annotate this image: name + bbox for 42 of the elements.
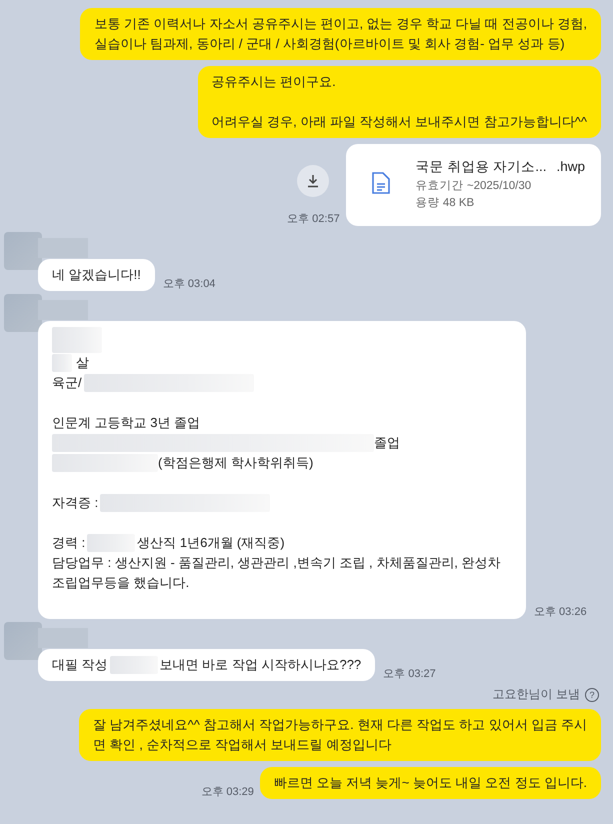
message-text: 자격증 : [52, 494, 98, 512]
message-time: 오후 03:27 [383, 667, 436, 681]
message-text: 졸업 [374, 434, 400, 452]
blurred-avatar[interactable] [4, 232, 42, 270]
message-text: 살 [76, 354, 89, 372]
file-card[interactable]: 국문 취업용 자기소... .hwp 유효기간 ~2025/10/30 용량 48 KB [346, 144, 601, 226]
blurred-avatar[interactable] [4, 622, 42, 660]
message-text: 담당업무 : 생산지원 - 품질관리, 생관관리 ,변속기 조립 , 차체품질관리, 완성차 조립업무등을 했습니다. [52, 554, 502, 592]
blurred-avatar[interactable] [4, 294, 42, 332]
message-text: 공유주시는 편이구요. [212, 73, 336, 91]
message-text: (학점은행제 학사학위취득) [158, 454, 314, 472]
message-text: 어려우실 경우, 아래 파일 작성해서 보내주시면 참고가능합니다^^ [212, 113, 587, 131]
message-text: 보통 기존 이력서나 자소서 공유주시는 편이고, 없는 경우 학교 다닐 때 전공이나 경험, [94, 15, 587, 33]
blurred-area [110, 656, 158, 674]
blurred-name [38, 238, 88, 258]
help-icon[interactable]: ? [585, 688, 599, 702]
message-time: 오후 03:29 [201, 785, 254, 799]
message-text: 빠르면 오늘 저녁 늦게~ 늦어도 내일 오전 정도 입니다. [274, 774, 587, 792]
message-text: 경력 : [52, 534, 86, 552]
blurred-area [87, 534, 136, 552]
file-size: 용량 48 KB [416, 196, 476, 211]
message-text: 대필 작성 [52, 656, 108, 674]
message-text: 보내면 바로 작업 시작하시나요??? [160, 656, 362, 674]
message-text: 면 확인 , 순차적으로 작업해서 보내드릴 예정입니다 [93, 736, 392, 754]
download-button[interactable] [297, 165, 330, 197]
message-text: 네 알겠습니다!! [52, 266, 141, 284]
file-extension: .hwp [556, 158, 585, 175]
message-text: 인문계 고등학교 3년 졸업 [52, 414, 200, 432]
file-expiry: 유효기간 ~2025/10/30 [416, 179, 532, 194]
message-text: 실습이나 팀과제, 동아리 / 군대 / 사회경험(아르바이트 및 회사 경험- 업무 성과 등) [94, 35, 565, 53]
message-time: 오후 03:26 [534, 605, 587, 619]
document-icon [372, 172, 390, 194]
sender-note: 고요한님이 보냄 [492, 686, 580, 703]
message-text: 잘 남겨주셨네요^^ 참고해서 작업가능하구요. 현재 다른 작업도 하고 있어서 입금 주시 [93, 716, 587, 734]
message-text: 생산직 1년6개월 (재직중) [137, 534, 285, 552]
message-time: 오후 03:04 [162, 277, 216, 291]
message-text: 육군/ [52, 374, 82, 392]
message-time: 오후 02:57 [287, 212, 340, 226]
blurred-name [38, 628, 88, 648]
download-icon [306, 174, 320, 188]
file-name: 국문 취업용 자기소... [416, 158, 546, 175]
blurred-name [38, 300, 88, 320]
